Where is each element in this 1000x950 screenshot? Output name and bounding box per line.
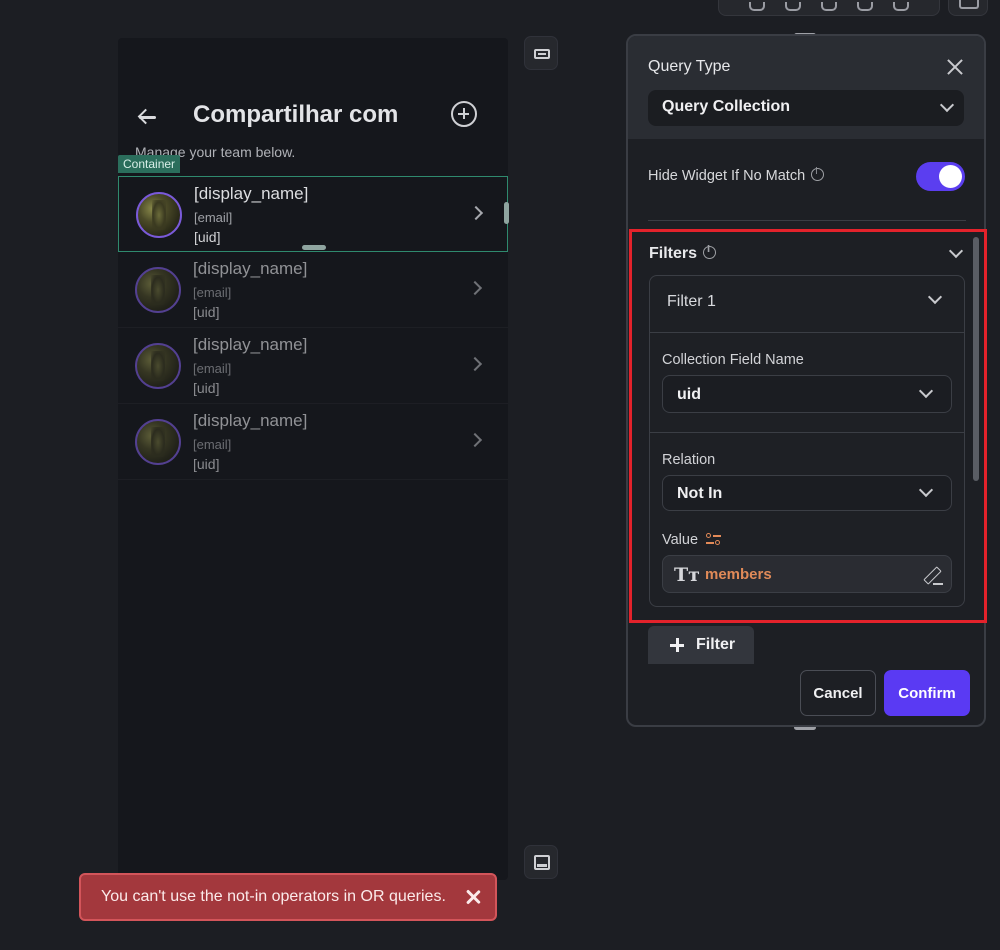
cancel-button[interactable]: Cancel xyxy=(800,670,876,716)
chevron-down-icon xyxy=(918,383,934,399)
query-type-value: Query Collection xyxy=(662,98,791,115)
toolbar-icon[interactable] xyxy=(821,2,837,11)
avatar xyxy=(135,267,181,313)
add-filter-label: Filter xyxy=(696,636,736,653)
screen-view-button[interactable] xyxy=(524,845,558,879)
chevron-right-icon xyxy=(468,205,484,221)
avatar xyxy=(135,343,181,389)
close-icon[interactable] xyxy=(946,58,964,76)
toolbar-icon[interactable] xyxy=(785,2,801,11)
filters-label: Filters xyxy=(649,245,717,263)
collection-field-select[interactable]: uid xyxy=(662,375,952,413)
resize-handle[interactable] xyxy=(504,202,509,224)
collection-field-value: uid xyxy=(677,386,701,403)
relation-value: Not In xyxy=(677,485,723,502)
error-toast: You can't use the not-in operators in OR… xyxy=(79,873,497,921)
info-icon[interactable] xyxy=(703,245,717,259)
text-type-icon: Tт xyxy=(674,564,700,586)
widget-tree-button[interactable] xyxy=(524,36,558,70)
variable-icon[interactable] xyxy=(706,531,722,547)
chevron-right-icon xyxy=(467,432,483,448)
chevron-down-icon xyxy=(939,97,955,113)
row-email: [email] xyxy=(193,285,232,300)
toolbar-icon[interactable] xyxy=(893,2,909,11)
collection-field-label: Collection Field Name xyxy=(662,352,804,368)
toolbar-icon[interactable] xyxy=(857,2,873,11)
top-corner-toolbar xyxy=(948,0,988,16)
row-display-name: [display_name] xyxy=(193,259,308,278)
value-label-text: Value xyxy=(662,532,699,548)
plus-icon xyxy=(670,638,684,652)
row-uid: [uid] xyxy=(194,229,221,245)
filter-title[interactable]: Filter 1 xyxy=(667,293,716,311)
value-text: members xyxy=(705,566,772,583)
list-item[interactable]: [display_name] [email] [uid] xyxy=(118,328,508,404)
list-item[interactable]: [display_name] [email] [uid] xyxy=(118,176,509,252)
filters-text: Filters xyxy=(649,245,698,262)
chevron-down-icon xyxy=(918,482,934,498)
list-item[interactable]: [display_name] [email] [uid] xyxy=(118,404,508,480)
hide-widget-text: Hide Widget If No Match xyxy=(648,168,806,184)
divider xyxy=(650,332,964,333)
row-uid: [uid] xyxy=(193,456,220,472)
divider xyxy=(650,432,964,433)
relation-label: Relation xyxy=(662,452,716,468)
row-uid: [uid] xyxy=(193,380,220,396)
chevron-down-icon[interactable] xyxy=(927,289,943,305)
page-header: Compartilhar com xyxy=(118,98,508,138)
confirm-button[interactable]: Confirm xyxy=(884,670,970,716)
avatar xyxy=(135,419,181,465)
value-field[interactable]: Tт members xyxy=(662,555,952,593)
chevron-right-icon xyxy=(467,356,483,372)
avatar xyxy=(136,192,182,238)
divider xyxy=(648,220,966,221)
toast-message: You can't use the not-in operators in OR… xyxy=(101,888,446,905)
back-arrow-icon[interactable] xyxy=(136,106,158,128)
edit-icon[interactable] xyxy=(923,565,943,585)
phone-canvas: Compartilhar com Manage your team below.… xyxy=(118,38,509,880)
filter-card: Filter 1 Collection Field Name uid Relat… xyxy=(649,275,965,607)
row-display-name: [display_name] xyxy=(194,184,309,203)
row-email: [email] xyxy=(194,210,233,225)
resize-handle[interactable] xyxy=(302,245,326,250)
value-label: Value xyxy=(662,531,722,548)
row-display-name: [display_name] xyxy=(193,335,308,354)
query-type-select[interactable]: Query Collection xyxy=(648,90,964,126)
hide-widget-label: Hide Widget If No Match xyxy=(648,167,825,184)
info-icon[interactable] xyxy=(811,167,825,181)
row-uid: [uid] xyxy=(193,304,220,320)
add-filter-button[interactable]: Filter xyxy=(648,626,754,664)
query-type-label: Query Type xyxy=(648,58,731,75)
member-list: [display_name] [email] [uid] [display_na… xyxy=(118,176,509,480)
filters-section: Filters Filter 1 Collection Field Name u… xyxy=(629,229,987,623)
top-toolbar xyxy=(718,0,940,16)
screen-icon xyxy=(534,855,550,870)
toolbar-icon[interactable] xyxy=(749,2,765,11)
row-email: [email] xyxy=(193,361,232,376)
widget-icon xyxy=(534,49,550,59)
container-tag: Container xyxy=(118,155,181,173)
chevron-down-icon[interactable] xyxy=(948,243,964,259)
row-display-name: [display_name] xyxy=(193,411,308,430)
list-item[interactable]: [display_name] [email] [uid] xyxy=(118,252,508,328)
page-title: Compartilhar com xyxy=(193,101,399,128)
add-circle-icon[interactable] xyxy=(451,101,477,127)
toggle-knob xyxy=(939,165,962,188)
toast-close-icon[interactable] xyxy=(465,889,481,905)
row-email: [email] xyxy=(193,437,232,452)
chevron-right-icon xyxy=(467,280,483,296)
hide-widget-toggle[interactable] xyxy=(916,162,965,191)
settings-icon[interactable] xyxy=(959,0,979,9)
relation-select[interactable]: Not In xyxy=(662,475,952,511)
scrollbar[interactable] xyxy=(973,237,979,481)
